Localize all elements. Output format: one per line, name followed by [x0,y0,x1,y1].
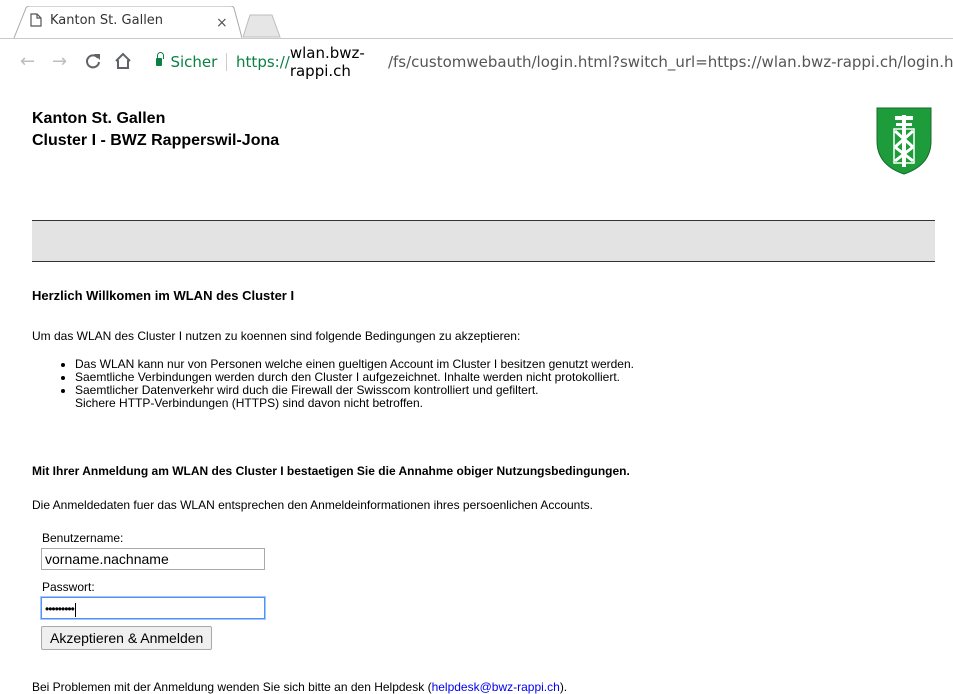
list-item: Saemtlicher Datenverkehr wird duch die F… [75,384,634,410]
secure-label: Sicher [170,53,218,71]
bottom-divider [32,261,935,262]
password-mask: ••••••••• [45,602,75,616]
list-item-line: Saemtlicher Datenverkehr wird duch die F… [75,383,539,397]
username-label: Benutzername: [42,531,124,545]
close-tab-icon[interactable]: × [216,15,228,31]
back-arrow-icon[interactable]: ← [20,51,35,72]
forward-arrow-icon[interactable]: → [52,51,67,72]
reload-icon[interactable] [84,52,102,70]
text-cursor [74,602,76,617]
org-header: Kanton St. Gallen Cluster I - BWZ Rapper… [32,108,279,152]
tab-title: Kanton St. Gallen [50,12,164,28]
crest-logo [876,107,932,175]
submit-button[interactable]: Akzeptieren & Anmelden [41,626,213,650]
url-host: wlan.bwz-rappi.ch [289,44,365,80]
browser-toolbar: ← → Sicher https:// wlan.bwz-rappi.ch /f… [0,38,953,88]
welcome-heading: Herzlich Willkomen im WLAN des Cluster I [32,288,295,303]
address-bar[interactable]: Sicher https:// wlan.bwz-rappi.ch /fs/cu… [144,44,953,80]
page-icon [30,13,42,27]
url-scheme: https:// [236,53,290,71]
lock-icon [156,52,165,66]
credentials-info: Die Anmeldedaten fuer das WLAN entsprech… [32,498,594,512]
username-input[interactable] [41,548,265,570]
page-content: Kanton St. Gallen Cluster I - BWZ Rapper… [0,88,953,694]
address-divider [226,53,228,71]
intro-text: Um das WLAN des Cluster I nutzen zu koen… [32,329,521,343]
org-line1: Kanton St. Gallen [32,110,166,127]
new-tab-button[interactable] [242,14,282,38]
password-input[interactable]: ••••••••• [41,597,265,619]
home-icon[interactable] [114,52,132,70]
tab-strip: Kanton St. Gallen × [0,0,953,39]
conditions-list: Das WLAN kann nur von Personen welche ei… [57,358,634,410]
list-item-line: Sichere HTTP-Verbindungen (HTTPS) sind d… [75,396,423,410]
gray-banner [32,221,935,261]
accept-notice: Mit Ihrer Anmeldung am WLAN des Cluster … [32,464,630,478]
org-line2: Cluster I - BWZ Rapperswil-Jona [32,132,280,149]
url-path: /fs/customwebauth/login.html?switch_url=… [387,53,953,71]
tab-active[interactable]: Kanton St. Gallen [30,6,163,34]
password-label: Passwort: [42,580,95,594]
